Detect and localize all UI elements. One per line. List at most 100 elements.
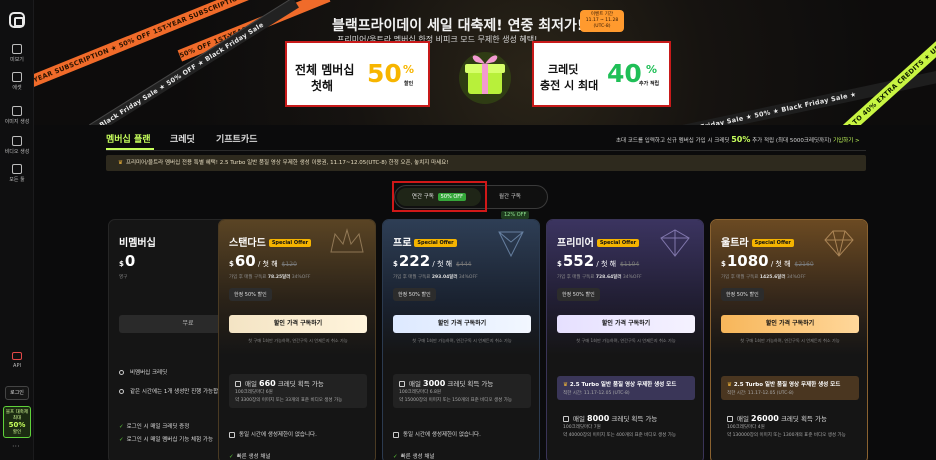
credit-desc: 100크레딧마다 4원 [727,425,765,430]
plan-name: 프리미어 Special Offer [557,234,640,249]
sidebar-item-image[interactable]: 이미지 생성 [0,106,34,125]
highlight-annotation [392,181,487,212]
sidebar-item-tools[interactable]: 모든 툴 [0,164,34,183]
invite-pre: 초대 코드를 입력하고 신규 멤버십 가입 시 크레딧 [616,138,732,144]
offer-big-number: 50 [367,59,402,88]
plan-name: 스탠다드 Special Offer [229,234,312,249]
monthly-note-pre: 가입 후 매월 구독료 [721,275,760,280]
price-value: 552 [562,252,595,270]
price-period: / 첫 해 [255,260,278,268]
gem-icon [660,229,690,257]
special-offer-badge: Special Offer [268,239,312,247]
credit-desc: 100크레딧마다 6.8원 [399,390,442,395]
credits-line: 매일 660 크레딧 획득 가능 [235,378,361,388]
discount-tag: 한정 50% 할인 [557,288,600,301]
layers-icon [229,431,235,438]
credit-pre: 매일 [573,415,588,423]
credits-line: 매일 26000 크레딧 획득 가능 [727,413,853,423]
grid-icon [12,164,22,174]
currency: $ [119,260,124,268]
old-price: $1104 [620,261,640,268]
plan-card-ultra: 울트라 Special Offer $1080 / 첫 해 $2160 가입 후 매… [710,219,868,460]
invite-post: 추가 적립 (최대 5000크레딧까지) [750,138,832,144]
credit-post: 크레딧 획득 가능 [609,415,658,423]
monthly-value: 1425.6달러 [759,275,786,280]
layers-icon [393,431,399,438]
unlimited-mode-box: ♛ 2.5 Turbo 일반 품질 영상 무제한 생성 모드 적한 시간: 11… [557,376,695,400]
sidebar-item-video[interactable]: 비디오 생성 [0,136,34,155]
crown-icon: ♛ [727,382,734,388]
price-value: 0 [124,252,136,270]
sidebar-promo-badge[interactable]: 블프 대축제 최대 50% 할인 [3,406,31,438]
old-price: $2160 [794,261,814,268]
credit-pre: 매일 [409,380,424,388]
monthly-note-pre: 가입 후 매월 구독료 [557,275,596,280]
credit-amount: 26000 [751,414,779,423]
purchase-note: 첫 구매 1회만 가능하며, 연간구독 시 언제든지 취소 가능 [412,338,512,343]
membership-offer-card: 전체 멤버십 첫해 50 % 할인 [285,41,430,107]
feature-text: 빠른 생성 채널 [236,454,271,460]
event-badge-line3: (UTC-8) [593,24,611,29]
credit-post: 크레딧 획득 가능 [778,415,827,423]
purchase-note: 첫 구매 1회만 가능하며, 연간구독 시 언제든지 취소 가능 [248,338,348,343]
crown-icon: ♛ [563,382,570,388]
plan-name-text: 프리미어 [557,238,594,249]
sidebar-item-assets[interactable]: 에셋 [0,72,34,91]
check-icon: ✓ [229,454,234,460]
more-icon[interactable]: ··· [12,442,20,451]
feature-item: ✓ 빠른 생성 채널 [393,452,531,460]
monthly-note-post: 34%OFF [457,275,478,280]
plan-name: 울트라 Special Offer [721,234,794,249]
banner-title: 블랙프라이데이 세일 대축제! 연중 최저가! [332,18,584,34]
plan-name: 프로 Special Offer [393,234,457,249]
tab-giftcard[interactable]: 기프트카드 [216,132,257,145]
subscribe-button[interactable]: 할인 가격 구독하기 [229,315,367,333]
gem-icon [824,230,854,257]
subscribe-button[interactable]: 할인 가격 구독하기 [557,315,695,333]
subscribe-button[interactable]: 할인 가격 구독하기 [393,315,531,333]
plan-name: 비멤버십 [119,238,156,249]
sidebar: 미보기 에셋 이미지 생성 비디오 생성 모든 툴 API 로그인 블프 대축제… [0,0,34,460]
subscribe-button[interactable]: 할인 가격 구독하기 [721,315,859,333]
credit-icon [563,416,569,422]
feature-text: 로그인 시 매일 멤버십 기능 체험 가능 [126,437,214,443]
discount-tag: 한정 50% 할인 [229,288,272,301]
feature-text: 빠른 생성 채널 [400,454,435,460]
tabs-divider [106,150,866,151]
plan-price: $552 / 첫 해 $1104 [557,252,639,270]
monthly-value: 293.04달러 [431,275,458,280]
special-offer-badge: Special Offer [596,239,640,247]
credits-box: 매일 3000 크레딧 획득 가능 100크레딧마다 6.8원 약 15000장… [393,374,531,408]
highlight-date: 적한 시간: 11.17-12.05 (UTC-8) [563,391,630,396]
credit-pre: 매일 [737,415,752,423]
video-icon [12,136,22,146]
currency: $ [557,260,562,268]
gem-icon [498,231,524,258]
credit-post: 크레딧 획득 가능 [275,380,324,388]
discount-tag: 한정 50% 할인 [721,288,764,301]
credit-icon [727,416,733,422]
sidebar-item-explore[interactable]: 미보기 [0,44,34,63]
asset-icon [12,72,22,82]
offer-small: 추가 적립 [639,81,660,87]
offer-big-number: 40 [607,59,642,88]
app-logo-icon[interactable] [9,12,25,28]
unlimited-mode-title: ♛ 2.5 Turbo 일반 품질 영상 무제한 생성 모드 [563,380,689,388]
offer-line2: 충전 시 최대 [540,79,599,92]
credit-icon [399,381,405,387]
credit-amount: 8000 [587,414,610,423]
discount-tag: 한정 50% 할인 [393,288,436,301]
notice-bar: ♛ 프리미어/울트라 멤버십 전용 특별 혜택! 2.5 Turbo 일반 품질 … [106,155,866,171]
invite-link[interactable]: 기입하기 > [833,138,860,144]
feature-item: 동일 시간에 생성제한이 없습니다. [393,430,531,438]
credits-box: 매일 660 크레딧 획득 가능 100크레딧마다 6원 약 3300장의 이미… [229,374,367,408]
login-button[interactable]: 로그인 [5,386,29,400]
tab-membership[interactable]: 멤버십 플랜 [106,132,151,145]
ribbon: Black Friday Sale ★ 50% ★ Black Friday S… [676,63,936,125]
special-offer-badge: Special Offer [751,239,794,247]
tab-credits[interactable]: 크레딧 [170,132,195,145]
compass-icon [12,44,22,54]
price-value: 222 [398,252,431,270]
sidebar-item-api[interactable]: API [0,352,34,369]
feature-text: 동일 시간에 생성제한이 없습니다. [239,432,317,438]
